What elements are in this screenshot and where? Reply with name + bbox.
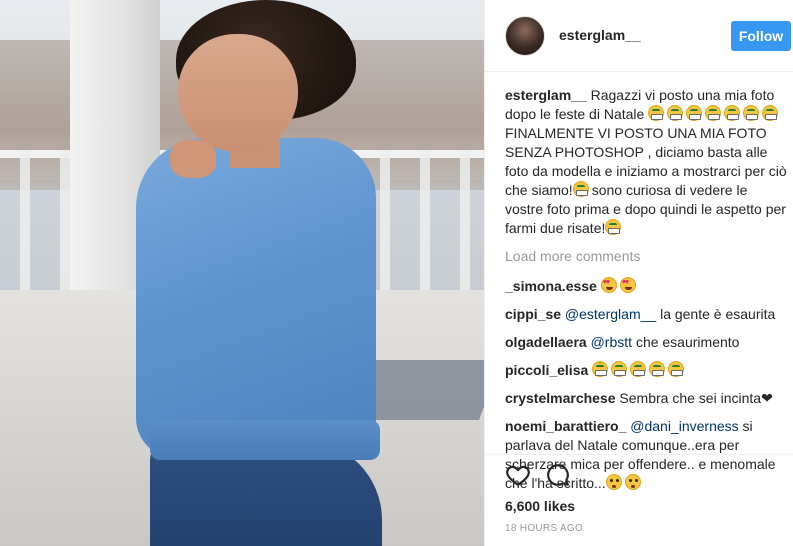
comment-username[interactable]: cippi_se [505,306,561,322]
grimacing-emoji-icon [724,105,741,121]
comment: _simona.esse [505,277,787,296]
flushed-emoji-icon [605,474,622,490]
grimacing-emoji-icon [668,361,685,377]
comment-username[interactable]: piccoli_elisa [505,362,588,378]
photo-hand [170,140,216,178]
photo-sweater [136,138,376,458]
post-photo[interactable] [0,0,484,546]
comment-username[interactable]: noemi_barattiero_ [505,418,626,434]
grimacing-emoji-icon [705,105,722,121]
comment: piccoli_elisa [505,361,787,380]
comment: crystelmarchese Sembra che sei incinta❤ [505,389,787,408]
follow-button[interactable]: Follow [731,21,791,51]
photo-face [178,34,298,152]
black-heart-emoji-icon: ❤ [761,390,773,406]
grimacing-emoji-icon [611,361,628,377]
post-header: esterglam__ Follow [485,0,793,72]
grimacing-emoji-icon [762,105,779,121]
grimacing-emoji-icon [743,105,760,121]
heart-eyes-emoji-icon [619,277,636,293]
header-username[interactable]: esterglam__ [559,27,641,43]
comment-username[interactable]: olgadellaera [505,334,587,350]
post-actions [505,462,605,490]
comments-list: esterglam__ Ragazzi vi posto una mia fot… [505,86,787,502]
grimacing-emoji-icon [605,219,622,235]
comment-username[interactable]: crystelmarchese [505,390,616,406]
grimacing-emoji-icon [592,361,609,377]
comment-bubble-icon[interactable] [545,462,571,488]
likes-count[interactable]: 6,600 likes [505,498,575,514]
caption: esterglam__ Ragazzi vi posto una mia fot… [505,86,787,238]
grimacing-emoji-icon [686,105,703,121]
photo-sweater-hem [150,420,380,460]
grimacing-emoji-icon [649,361,666,377]
actions-divider [485,454,793,455]
comment-username[interactable]: _simona.esse [505,278,597,294]
post-timestamp[interactable]: 18 HOURS AGO [505,523,583,534]
comment-text: Sembra che sei incinta [619,390,762,406]
comment-mention[interactable]: @dani_inverness [630,418,738,434]
flushed-emoji-icon [624,474,641,490]
comment-mention[interactable]: @esterglam__ [565,306,656,322]
grimacing-emoji-icon [630,361,647,377]
heart-eyes-emoji-icon [600,277,617,293]
post-side-panel: esterglam__ Follow esterglam__ Ragazzi v… [484,0,793,546]
comment: olgadellaera @rbstt che esaurimento [505,333,787,352]
comment-text: che esaurimento [635,334,740,350]
comment: cippi_se @esterglam__ la gente è esaurit… [505,305,787,324]
avatar[interactable] [505,16,545,56]
grimacing-emoji-icon [648,105,665,121]
heart-outline-icon[interactable] [505,462,531,488]
grimacing-emoji-icon [572,181,589,197]
comment-text: la gente è esaurita [660,306,776,322]
comment-mention[interactable]: @rbstt [591,334,632,350]
load-more-comments-link[interactable]: Load more comments [505,247,787,266]
caption-username[interactable]: esterglam__ [505,87,587,103]
grimacing-emoji-icon [667,105,684,121]
